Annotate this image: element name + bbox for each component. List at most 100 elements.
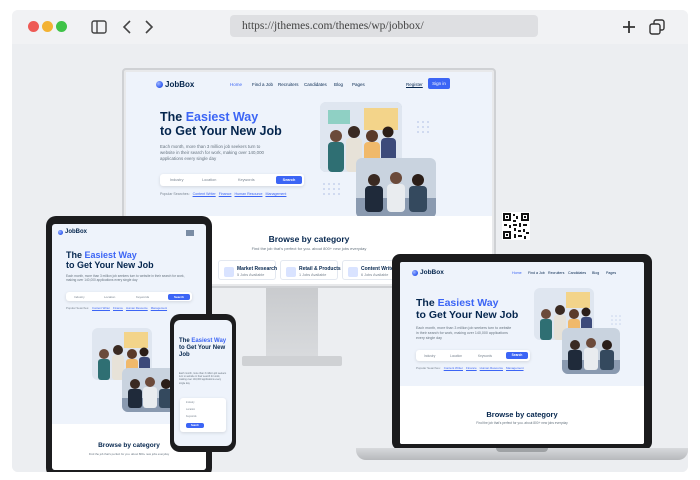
search-button[interactable]: Search <box>506 352 528 359</box>
logo-text: JobBox <box>65 229 88 235</box>
laptop-device: JobBox Home Find a Job Recruiters Candid… <box>392 254 652 450</box>
popular-searches: Popular Searches: Content Writer Finance Hu… <box>416 366 524 370</box>
category-count: 5 Jobs Available <box>237 273 265 277</box>
search-button[interactable]: Search <box>186 423 204 428</box>
nav-candidates[interactable]: Candidates <box>568 271 586 275</box>
browser-titlebar: https://jthemes.com/themes/wp/jobbox/ <box>12 10 688 44</box>
close-window-button[interactable] <box>28 21 39 32</box>
hero-title-line2: to Get Your New Job <box>160 124 282 138</box>
search-bar: Industry Location Keywords Search <box>66 292 192 301</box>
new-tab-icon[interactable] <box>618 16 640 38</box>
nav-recruiters[interactable]: Recruiters <box>278 82 299 87</box>
hero-subtitle: Each month, more than 3 million job seek… <box>416 326 512 340</box>
industry-select[interactable]: Industry <box>424 354 435 358</box>
nav-pages[interactable]: Pages <box>606 271 616 275</box>
nav-home[interactable]: Home <box>230 82 242 87</box>
popular-tag[interactable]: Finance <box>113 306 123 310</box>
nav-find-a-job[interactable]: Find a Job <box>252 82 273 87</box>
category-title: Content Writer <box>361 266 396 272</box>
site-logo[interactable]: JobBox <box>58 229 87 235</box>
keyword-input[interactable]: Keywords <box>238 178 255 182</box>
monitor-stand-base <box>242 356 342 366</box>
browse-subtitle: Find the job that’s perfect for you. abo… <box>476 421 568 425</box>
hero-title: The Easiest Way to Get Your New Job <box>179 338 229 359</box>
register-link[interactable]: Register <box>406 82 423 87</box>
location-select[interactable]: Location <box>104 295 115 299</box>
industry-select[interactable]: Industry <box>74 295 85 299</box>
industry-select[interactable]: Industry <box>186 401 195 404</box>
content-writer-icon <box>348 267 358 277</box>
keyword-input[interactable]: Keywords <box>136 295 149 299</box>
popular-tag[interactable]: Finance <box>466 366 477 370</box>
browse-subtitle: Find the job that’s perfect for you. abo… <box>88 452 170 456</box>
popular-tag[interactable]: Management <box>265 192 286 196</box>
browse-title: Browse by category <box>486 410 558 419</box>
laptop-screen: JobBox Home Find a Job Recruiters Candid… <box>400 262 644 444</box>
tabs-overview-icon[interactable] <box>646 16 668 38</box>
market-research-icon <box>224 267 234 277</box>
popular-tag[interactable]: Management <box>151 306 167 310</box>
maximize-window-button[interactable] <box>56 21 67 32</box>
dot-grid-decoration <box>417 121 429 133</box>
hero-title-accent: Easiest Way <box>84 250 137 260</box>
hero-subtitle: Each month, more than 3 million job seek… <box>179 372 227 385</box>
hero-title-prefix: The <box>416 297 438 309</box>
dot-grid-decoration <box>323 183 340 195</box>
hero-photo-meeting <box>356 158 436 218</box>
logo-icon <box>58 229 63 235</box>
address-bar[interactable]: https://jthemes.com/themes/wp/jobbox/ <box>230 15 538 37</box>
menu-icon[interactable] <box>186 230 194 236</box>
monitor-stand <box>266 288 318 360</box>
popular-tag[interactable]: Human Resource <box>126 306 148 310</box>
nav-recruiters[interactable]: Recruiters <box>548 271 564 275</box>
hero-title: The Easiest Way to Get Your New Job <box>416 297 519 322</box>
search-button[interactable]: Search <box>276 176 302 184</box>
category-count: 1 Jobs Available <box>299 273 327 277</box>
industry-select[interactable]: Industry <box>170 178 184 182</box>
nav-home[interactable]: Home <box>512 271 522 275</box>
popular-tag[interactable]: Management <box>506 366 524 370</box>
category-card[interactable]: Market Research 5 Jobs Available <box>218 260 277 280</box>
minimize-window-button[interactable] <box>42 21 53 32</box>
hero-photo-meeting <box>562 328 620 374</box>
popular-tag[interactable]: Content Writer <box>444 366 463 370</box>
location-select[interactable]: Location <box>186 408 195 411</box>
site-logo[interactable]: JobBox <box>156 80 194 89</box>
location-select[interactable]: Location <box>202 178 216 182</box>
nav-pages[interactable]: Pages <box>352 82 365 87</box>
nav-blog[interactable]: Blog <box>334 82 343 87</box>
hero-title-accent: Easiest Way <box>185 110 259 124</box>
hero-title-line2: to Get Your New Job <box>416 308 519 321</box>
forward-icon[interactable] <box>138 16 160 38</box>
hero-title: The Easiest Way to Get Your New Job <box>66 250 154 270</box>
signin-button[interactable]: Sign in <box>428 78 450 89</box>
popular-tag[interactable]: Human Resource <box>480 366 503 370</box>
site-logo[interactable]: JobBox <box>412 269 444 276</box>
hero-title-line2: to Get Your New Job <box>66 260 154 271</box>
popular-label: Popular Searches: <box>160 192 190 196</box>
phone-screen: The Easiest Way to Get Your New Job Each… <box>174 320 232 446</box>
location-select[interactable]: Location <box>450 354 462 358</box>
logo-icon <box>156 81 163 88</box>
device-mockup-canvas: JobBox Home Find a Job Recruiters Candid… <box>12 44 688 472</box>
keyword-input[interactable]: Keywords <box>478 354 492 358</box>
search-button[interactable]: Search <box>168 293 190 300</box>
laptop-notch <box>496 448 548 452</box>
sidebar-icon[interactable] <box>88 16 110 38</box>
search-bar: Industry Location Keywords Search <box>180 398 226 432</box>
keyword-input[interactable]: Keywords <box>186 415 197 418</box>
category-card[interactable]: Retail & Products 1 Jobs Available <box>280 260 341 280</box>
popular-tag[interactable]: Content Writer <box>193 192 216 196</box>
nav-find-a-job[interactable]: Find a Job <box>528 271 545 275</box>
nav-candidates[interactable]: Candidates <box>304 82 327 87</box>
category-title: Retail & Products <box>299 266 341 272</box>
popular-tag[interactable]: Content Writer <box>92 306 110 310</box>
retail-products-icon <box>286 267 296 277</box>
popular-tag[interactable]: Finance <box>219 192 232 196</box>
hero-title-prefix: The <box>179 338 192 344</box>
search-bar: Industry Location Keywords Search <box>416 350 530 361</box>
popular-tag[interactable]: Human Resource <box>234 192 262 196</box>
category-count: 6 Jobs Available <box>361 273 389 277</box>
back-icon[interactable] <box>116 16 138 38</box>
nav-blog[interactable]: Blog <box>592 271 599 275</box>
